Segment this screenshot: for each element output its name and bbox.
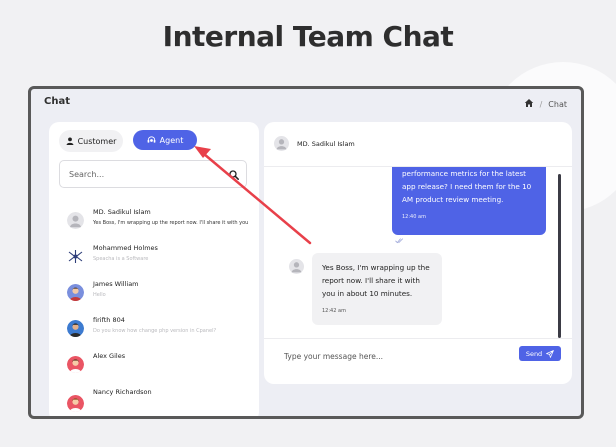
contact-item[interactable]: MD. Sadikul Islam Yes Boss, I'm wrapping…	[49, 208, 259, 242]
contact-item[interactable]: firifth 804 Do you know how change php v…	[49, 316, 259, 350]
breadcrumb: / Chat	[524, 98, 567, 110]
tab-agent[interactable]: Agent	[133, 130, 197, 150]
send-button-label: Send	[525, 349, 543, 358]
message-time: 12:40 am	[402, 214, 426, 220]
contact-item[interactable]: Mohammed Holmes Speacha is a Software	[49, 244, 259, 278]
app-title: Chat	[44, 96, 70, 107]
contact-name: Alex Giles	[93, 352, 126, 360]
paper-plane-icon	[546, 349, 555, 358]
person-avatar-icon	[67, 284, 84, 301]
contact-name: Mohammed Holmes	[93, 244, 158, 252]
person-avatar-icon	[67, 356, 84, 373]
conversation-panel: MD. Sadikul Islam performance metrics fo…	[264, 122, 572, 384]
user-icon	[66, 137, 73, 145]
contact-preview: Do you know how change php version in Cp…	[93, 328, 217, 334]
contact-item[interactable]: Alex Giles	[49, 352, 259, 386]
logo-avatar-icon	[67, 248, 84, 265]
breadcrumb-current: Chat	[548, 99, 567, 109]
contact-item[interactable]: James William Hello	[49, 280, 259, 314]
contacts-panel: Customer Agent MD. Sadikul Islam Yes Bos…	[49, 122, 259, 416]
contact-preview: Yes Boss, I'm wrapping up the report now…	[93, 220, 249, 226]
send-button[interactable]: Send	[519, 346, 561, 361]
person-avatar-icon	[67, 320, 84, 337]
message-scrollbar[interactable]	[557, 166, 562, 338]
contact-name: Nancy Richardson	[93, 388, 152, 396]
message-composer: Send	[264, 338, 572, 384]
message-list: performance metrics for the latest app r…	[264, 166, 572, 339]
home-icon[interactable]	[524, 98, 534, 110]
search-box	[59, 160, 247, 188]
conversation-header: MD. Sadikul Islam	[274, 136, 355, 151]
outgoing-message: performance metrics for the latest app r…	[392, 167, 546, 235]
search-icon[interactable]	[229, 165, 239, 184]
contact-item[interactable]: Nancy Richardson	[49, 388, 259, 416]
message-text: performance metrics for the latest app r…	[402, 169, 532, 204]
contact-preview: Speacha is a Software	[93, 256, 149, 262]
contact-name: MD. Sadikul Islam	[93, 208, 151, 216]
message-input[interactable]	[282, 348, 486, 364]
breadcrumb-separator: /	[539, 99, 543, 109]
default-avatar-icon	[289, 259, 304, 278]
incoming-message: Yes Boss, I'm wrapping up the report now…	[312, 253, 442, 325]
contact-name: firifth 804	[93, 316, 125, 324]
default-avatar-icon	[274, 136, 289, 151]
scrollbar-thumb[interactable]	[558, 174, 561, 338]
person-avatar-icon	[67, 395, 84, 412]
tab-agent-label: Agent	[159, 135, 184, 145]
contact-preview: Hello	[93, 292, 106, 298]
headset-icon	[147, 136, 156, 143]
contact-name: James William	[93, 280, 139, 288]
search-input[interactable]	[67, 168, 229, 180]
page-headline: Internal Team Chat	[162, 20, 454, 53]
conversation-contact-name: MD. Sadikul Islam	[297, 139, 355, 148]
message-time: 12:42 am	[322, 308, 346, 314]
tab-customer[interactable]: Customer	[59, 130, 123, 152]
app-window: Chat / Chat Customer Agent Search... MD.…	[28, 86, 584, 419]
tab-customer-label: Customer	[77, 136, 117, 146]
message-text: Yes Boss, I'm wrapping up the report now…	[322, 263, 430, 298]
default-avatar-icon	[67, 212, 84, 229]
read-receipt-icon	[395, 238, 404, 244]
